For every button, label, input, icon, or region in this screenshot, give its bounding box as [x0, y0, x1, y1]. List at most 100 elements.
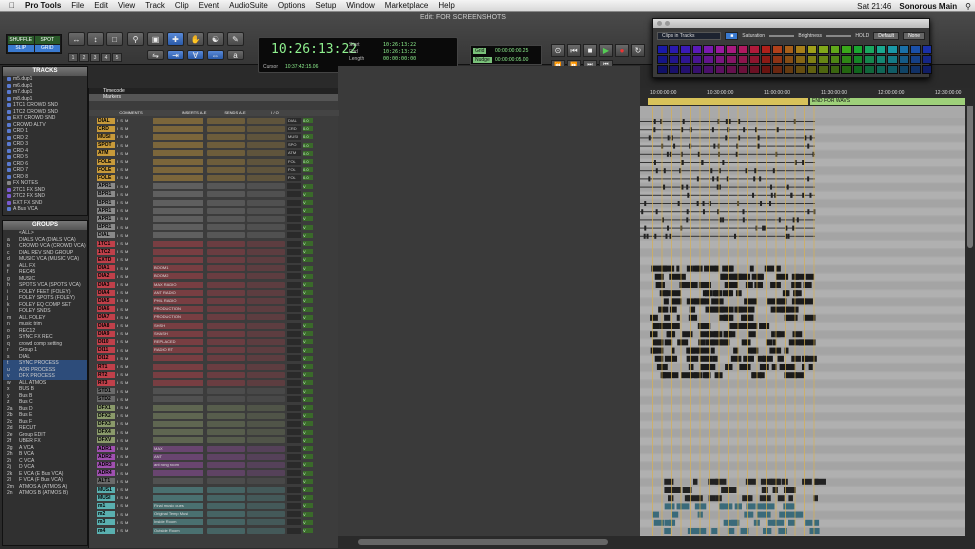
- mix-track-row[interactable]: MUS1 I S M V: [89, 486, 339, 493]
- mix-track-row[interactable]: DFXV I S M V: [89, 437, 339, 444]
- track-comment[interactable]: [153, 248, 203, 255]
- track-io[interactable]: [287, 527, 301, 534]
- track-volume[interactable]: V: [303, 323, 313, 328]
- send-slots[interactable]: [247, 314, 285, 321]
- slip-mode-button[interactable]: SLIP: [8, 44, 34, 52]
- send-slots[interactable]: [247, 330, 285, 337]
- send-slots[interactable]: [247, 388, 285, 395]
- send-slots[interactable]: [247, 224, 285, 231]
- zoom-mode-button[interactable]: □: [106, 32, 123, 46]
- solo-mute-buttons[interactable]: I S M: [117, 151, 139, 156]
- audio-clip[interactable]: [734, 323, 747, 329]
- track-name[interactable]: FOLE: [97, 166, 115, 173]
- mix-track-row[interactable]: DIAL I S M V: [89, 232, 339, 239]
- mix-track-row[interactable]: DIA7 I S M PRODUCTION V: [89, 314, 339, 321]
- solo-mute-buttons[interactable]: I S M: [117, 339, 139, 344]
- audio-clip[interactable]: [737, 273, 751, 280]
- insert-slots[interactable]: [207, 133, 245, 140]
- audio-clip[interactable]: [786, 290, 790, 297]
- clip-marker[interactable]: [757, 143, 760, 149]
- color-swatch[interactable]: [841, 45, 852, 54]
- group-list-item[interactable]: a DIALS VCA (DIALS VCA): [3, 237, 87, 244]
- audio-clip[interactable]: [719, 314, 729, 321]
- audio-clip[interactable]: [687, 282, 698, 288]
- clip-marker[interactable]: [796, 217, 799, 223]
- track-volume[interactable]: V: [303, 241, 313, 246]
- return-to-zero-icon[interactable]: ⏮: [567, 44, 581, 57]
- clip-marker[interactable]: [809, 135, 812, 141]
- audio-clip[interactable]: [758, 282, 763, 288]
- audio-clip[interactable]: [660, 372, 665, 379]
- palette-close-icon[interactable]: [657, 21, 662, 26]
- mix-track-row[interactable]: APR1 I S M V: [89, 207, 339, 214]
- track-comment[interactable]: SHSH: [153, 322, 203, 329]
- clip-marker[interactable]: [802, 192, 805, 198]
- track-comment[interactable]: [153, 363, 203, 370]
- track-comment[interactable]: [153, 215, 203, 222]
- clip-marker[interactable]: [762, 225, 765, 231]
- audio-clip[interactable]: [772, 519, 785, 526]
- mix-track-row[interactable]: FOLE I S M FOL 0.0: [89, 174, 339, 181]
- track-comment[interactable]: MAX RADIO: [153, 281, 203, 288]
- track-io[interactable]: [287, 355, 301, 362]
- track-name[interactable]: APR1: [97, 183, 115, 190]
- track-comment[interactable]: ANT RADIO: [153, 289, 203, 296]
- audio-clip[interactable]: [673, 323, 680, 329]
- track-volume[interactable]: V: [303, 405, 313, 410]
- color-swatch[interactable]: [898, 45, 909, 54]
- track-lane[interactable]: [640, 519, 965, 527]
- color-swatch[interactable]: [783, 55, 794, 64]
- track-volume[interactable]: V: [303, 478, 313, 484]
- send-slots[interactable]: [247, 347, 285, 354]
- audio-clip[interactable]: [759, 323, 770, 329]
- mix-track-row[interactable]: DFX2 I S M V: [89, 412, 339, 419]
- track-name[interactable]: STD2: [97, 396, 115, 403]
- solo-mute-buttons[interactable]: I S M: [117, 167, 139, 172]
- track-io[interactable]: [287, 461, 301, 468]
- clip-marker[interactable]: [710, 168, 713, 174]
- color-swatch[interactable]: [657, 45, 668, 54]
- track-name[interactable]: ADR4: [97, 470, 115, 477]
- send-slots[interactable]: [247, 511, 285, 518]
- solo-mute-buttons[interactable]: I S M: [117, 175, 139, 180]
- marker-strip[interactable]: [648, 98, 808, 105]
- track-io[interactable]: [287, 215, 301, 222]
- audio-clip[interactable]: [781, 478, 788, 485]
- pencil-tool-icon[interactable]: ✎: [227, 32, 244, 46]
- vertical-scroll-thumb[interactable]: [967, 98, 973, 248]
- clip-marker[interactable]: [716, 176, 719, 182]
- shuffle-mode-button[interactable]: SHUFFLE: [8, 36, 34, 44]
- clip-marker[interactable]: [673, 143, 676, 149]
- group-list-item[interactable]: h SPOTS VCA (SPOTS VCA): [3, 282, 87, 289]
- color-swatch[interactable]: [737, 55, 748, 64]
- audio-clip[interactable]: [747, 347, 752, 354]
- send-slots[interactable]: [247, 420, 285, 427]
- audio-clip[interactable]: [749, 265, 754, 272]
- send-slots[interactable]: [247, 191, 285, 198]
- menu-marketplace[interactable]: Marketplace: [380, 1, 434, 10]
- clip-marker[interactable]: [753, 176, 756, 182]
- mix-track-row[interactable]: DIA1 I S M BOOM1 V: [89, 265, 339, 272]
- audio-clip[interactable]: [776, 298, 787, 305]
- track-comment[interactable]: BOOM1: [153, 265, 203, 272]
- audio-clip[interactable]: [767, 298, 776, 305]
- clip-marker[interactable]: [769, 201, 772, 206]
- audio-clip[interactable]: [739, 364, 746, 370]
- insert-slots[interactable]: [207, 150, 245, 157]
- color-swatch[interactable]: [852, 45, 863, 54]
- track-comment[interactable]: ant rong room: [153, 461, 203, 468]
- clip-marker[interactable]: [802, 160, 805, 165]
- solo-mute-buttons[interactable]: I S M: [117, 192, 139, 197]
- audio-clip[interactable]: [703, 298, 710, 305]
- track-lane[interactable]: [640, 314, 965, 322]
- track-io[interactable]: [287, 445, 301, 452]
- insert-slots[interactable]: [207, 420, 245, 427]
- insert-slots[interactable]: [207, 330, 245, 337]
- clip-marker[interactable]: [663, 184, 666, 190]
- clip-marker[interactable]: [719, 217, 722, 223]
- track-lane[interactable]: [640, 249, 965, 257]
- nudge-label[interactable]: Nudge: [473, 57, 492, 63]
- mix-track-row[interactable]: DIA4 I S M ANT RADIO V: [89, 289, 339, 296]
- insert-slots[interactable]: [207, 527, 245, 534]
- audio-clip[interactable]: [762, 528, 772, 534]
